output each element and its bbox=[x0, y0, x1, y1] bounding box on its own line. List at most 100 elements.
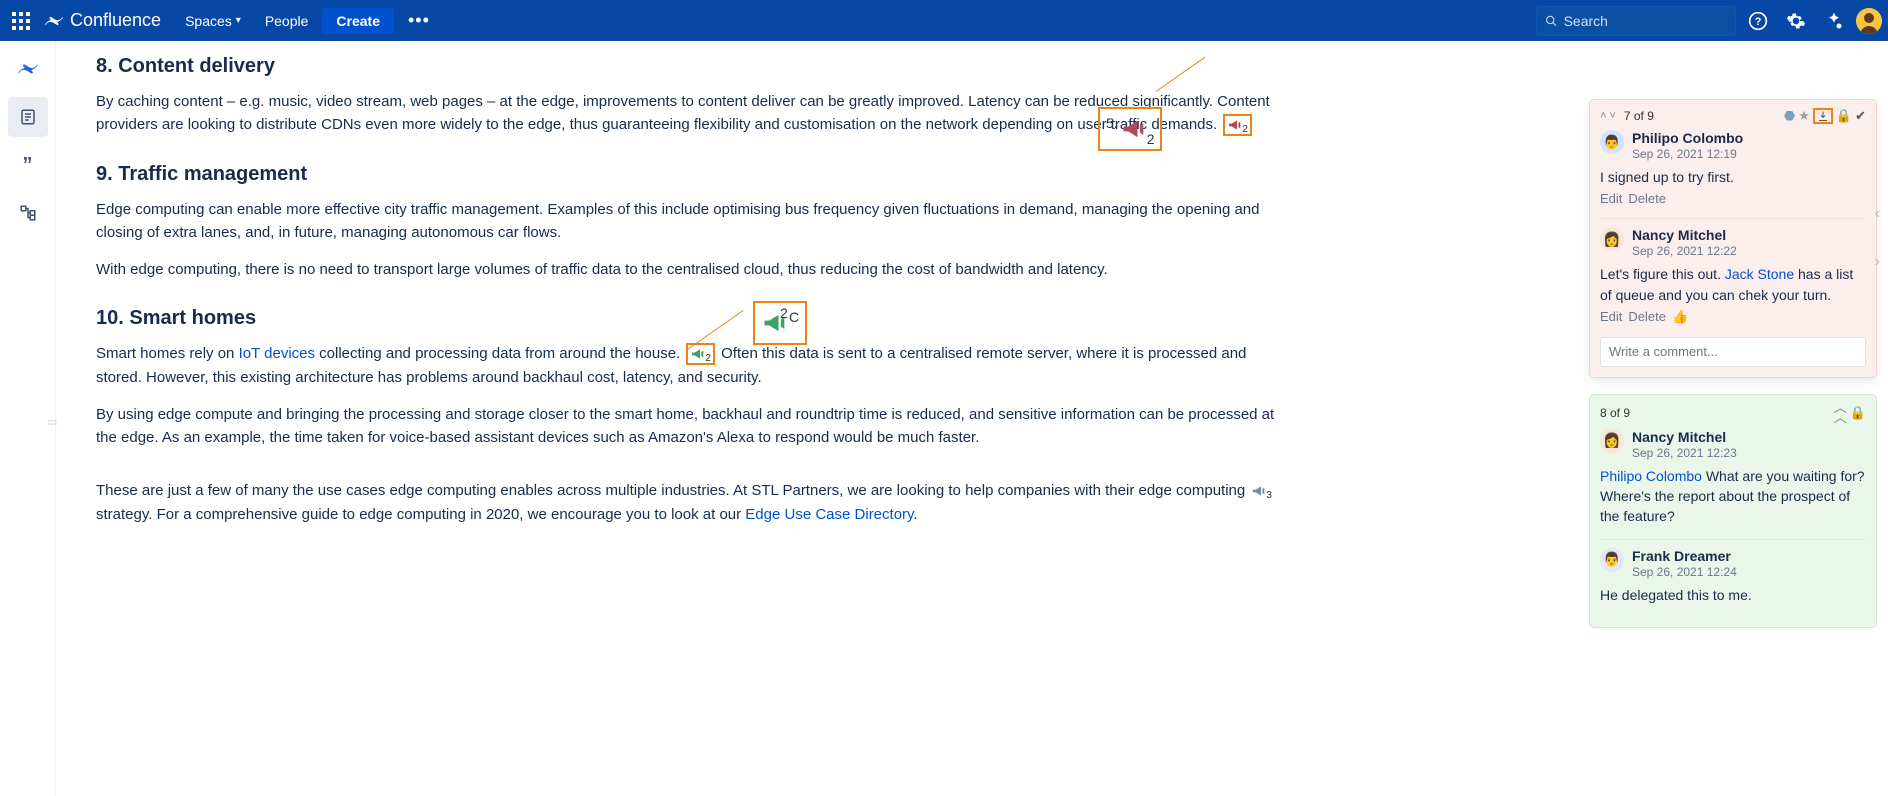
grid-icon bbox=[12, 12, 30, 30]
nav-more-icon[interactable]: ••• bbox=[400, 6, 438, 35]
section-10-body-2: By using edge compute and bringing the p… bbox=[96, 403, 1276, 450]
comment-item: 👩 Nancy Mitchel Sep 26, 2021 12:23 Phili… bbox=[1600, 429, 1866, 531]
nav-people[interactable]: People bbox=[255, 7, 319, 35]
reply-input[interactable] bbox=[1600, 337, 1866, 367]
thread-nav: ˄ ˅ bbox=[1600, 110, 1616, 122]
avatar: 👨 bbox=[1600, 548, 1624, 572]
avatar: 👩 bbox=[1600, 227, 1624, 251]
search-box[interactable] bbox=[1536, 6, 1736, 36]
comment-thread-7[interactable]: ˄ ˅ 7 of 9 ⬣ ★ 🔒 ✔ 👨 Philipo Colombo Sep… bbox=[1590, 100, 1876, 377]
star-icon[interactable]: ★ bbox=[1798, 108, 1810, 124]
talk-marker-2-zoom[interactable]: C 2 bbox=[753, 301, 807, 345]
resolve-icon[interactable]: ✔ bbox=[1855, 108, 1866, 124]
delete-link[interactable]: Delete bbox=[1628, 191, 1666, 206]
closing-paragraph: These are just a few of many the use cas… bbox=[96, 479, 1276, 526]
comment-body: Philipo Colombo What are you waiting for… bbox=[1600, 466, 1866, 527]
avatar: 👩 bbox=[1600, 429, 1624, 453]
iot-devices-link[interactable]: IoT devices bbox=[239, 345, 315, 362]
help-icon[interactable]: ? bbox=[1742, 5, 1774, 37]
section-10-title: 10. Smart homes bbox=[96, 307, 1276, 330]
priority-up-icon[interactable]: ︿︿ bbox=[1834, 403, 1847, 423]
comment-actions: Edit Delete 👍 bbox=[1600, 309, 1866, 325]
closing-c: . bbox=[913, 506, 917, 523]
comments-sidebar: ˄ ˅ 7 of 9 ⬣ ★ 🔒 ✔ 👨 Philipo Colombo Sep… bbox=[1590, 100, 1876, 627]
thread-counter: 7 of 9 bbox=[1624, 109, 1654, 123]
mention-link[interactable]: Jack Stone bbox=[1725, 266, 1794, 282]
thread-header: ˄ ˅ 7 of 9 ⬣ ★ 🔒 ✔ bbox=[1600, 108, 1866, 124]
chevron-down-icon: ▾ bbox=[236, 15, 241, 26]
talk-marker-3-count: 3 bbox=[1266, 488, 1272, 504]
lock-icon[interactable]: 🔒 bbox=[1850, 405, 1866, 421]
comment-date: Sep 26, 2021 12:24 bbox=[1632, 565, 1737, 579]
search-icon bbox=[1545, 14, 1558, 28]
talk-marker-2[interactable]: 2 bbox=[686, 343, 715, 365]
section-9-title: 9. Traffic management bbox=[96, 163, 1276, 186]
nav-menu: Spaces ▾ People Create ••• bbox=[175, 6, 438, 35]
nav-people-label: People bbox=[265, 13, 309, 29]
comment-thread-8[interactable]: 8 of 9 ︿︿ 🔒 👩 Nancy Mitchel Sep 26, 2021… bbox=[1590, 395, 1876, 627]
settings-icon[interactable] bbox=[1780, 5, 1812, 37]
lock-icon[interactable]: 🔒 bbox=[1836, 108, 1852, 124]
nav-spaces[interactable]: Spaces ▾ bbox=[175, 7, 251, 35]
thread-toolbar: ⬣ ★ 🔒 ✔ bbox=[1784, 108, 1866, 124]
scroll-down-icon[interactable]: › bbox=[1875, 253, 1880, 271]
delete-link[interactable]: Delete bbox=[1628, 309, 1666, 324]
user-avatar[interactable] bbox=[1856, 8, 1882, 34]
comment-date: Sep 26, 2021 12:22 bbox=[1632, 244, 1737, 258]
reply-box bbox=[1600, 337, 1866, 367]
download-icon[interactable] bbox=[1813, 108, 1833, 124]
comment-date: Sep 26, 2021 12:19 bbox=[1632, 147, 1743, 161]
comment-author: Frank Dreamer bbox=[1632, 548, 1737, 564]
comment-actions: Edit Delete bbox=[1600, 191, 1866, 206]
create-button[interactable]: Create bbox=[322, 8, 394, 34]
talk-marker-2-count: 2 bbox=[705, 351, 711, 367]
thread-next-icon[interactable]: ˅ bbox=[1609, 110, 1615, 122]
edge-directory-link[interactable]: Edge Use Case Directory bbox=[745, 506, 913, 523]
comment-body: He delegated this to me. bbox=[1600, 585, 1866, 605]
megaphone-icon bbox=[1120, 115, 1148, 143]
section-9-body-1: Edge computing can enable more effective… bbox=[96, 198, 1276, 245]
closing-b: strategy. For a comprehensive guide to e… bbox=[96, 506, 745, 523]
s10-text-a: Smart homes rely on bbox=[96, 345, 239, 362]
talk-marker-1-zoom[interactable]: 5. 2 bbox=[1098, 107, 1162, 151]
avatar: 👨 bbox=[1600, 130, 1624, 154]
megaphone-icon bbox=[690, 346, 706, 362]
mention-link[interactable]: Philipo Colombo bbox=[1600, 468, 1702, 484]
thread-prev-icon[interactable]: ˄ bbox=[1600, 110, 1606, 122]
rail-tree-icon[interactable] bbox=[8, 193, 48, 233]
zoom2-count: 2 bbox=[780, 305, 788, 343]
closing-a: These are just a few of many the use cas… bbox=[96, 482, 1245, 499]
megaphone-icon bbox=[1251, 483, 1267, 499]
flame-icon[interactable]: ⬣ bbox=[1784, 108, 1795, 124]
thread-header: 8 of 9 ︿︿ 🔒 bbox=[1600, 403, 1866, 423]
rail-quote-icon[interactable]: ” bbox=[8, 145, 48, 185]
thread-counter: 8 of 9 bbox=[1600, 406, 1630, 420]
confluence-logo-icon bbox=[44, 11, 64, 31]
edit-link[interactable]: Edit bbox=[1600, 309, 1622, 324]
app-switcher-icon[interactable] bbox=[6, 6, 36, 36]
top-nav: Confluence Spaces ▾ People Create ••• ? bbox=[0, 0, 1888, 41]
thread-toolbar: ︿︿ 🔒 bbox=[1834, 403, 1866, 423]
talk-marker-1-count: 2 bbox=[1242, 122, 1248, 138]
nav-spaces-label: Spaces bbox=[185, 13, 232, 29]
talk-marker-3[interactable]: 3 bbox=[1251, 483, 1272, 499]
talk-marker-1[interactable]: 2 bbox=[1223, 114, 1252, 136]
like-icon[interactable]: 👍 bbox=[1672, 309, 1688, 325]
rail-pages-icon[interactable] bbox=[8, 97, 48, 137]
comment-item: 👨 Frank Dreamer Sep 26, 2021 12:24 He de… bbox=[1600, 539, 1866, 609]
comment-author: Nancy Mitchel bbox=[1632, 429, 1737, 445]
edit-link[interactable]: Edit bbox=[1600, 191, 1622, 206]
scroll-up-icon[interactable]: ‹ bbox=[1875, 205, 1880, 223]
rail-confluence-icon[interactable] bbox=[8, 49, 48, 89]
zoom-prefix: 5. bbox=[1106, 115, 1118, 131]
comment-body: Let's figure this out. Jack Stone has a … bbox=[1600, 264, 1866, 305]
brand[interactable]: Confluence bbox=[36, 10, 169, 31]
notifications-icon[interactable] bbox=[1818, 5, 1850, 37]
search-input[interactable] bbox=[1564, 13, 1727, 29]
section-9-body-2: With edge computing, there is no need to… bbox=[96, 258, 1276, 281]
comment-item: 👨 Philipo Colombo Sep 26, 2021 12:19 I s… bbox=[1600, 130, 1866, 210]
comment-body: I signed up to try first. bbox=[1600, 167, 1866, 187]
megaphone-icon bbox=[1227, 117, 1243, 133]
s10-text-b: collecting and processing data from arou… bbox=[315, 345, 684, 362]
comment-author: Nancy Mitchel bbox=[1632, 227, 1737, 243]
